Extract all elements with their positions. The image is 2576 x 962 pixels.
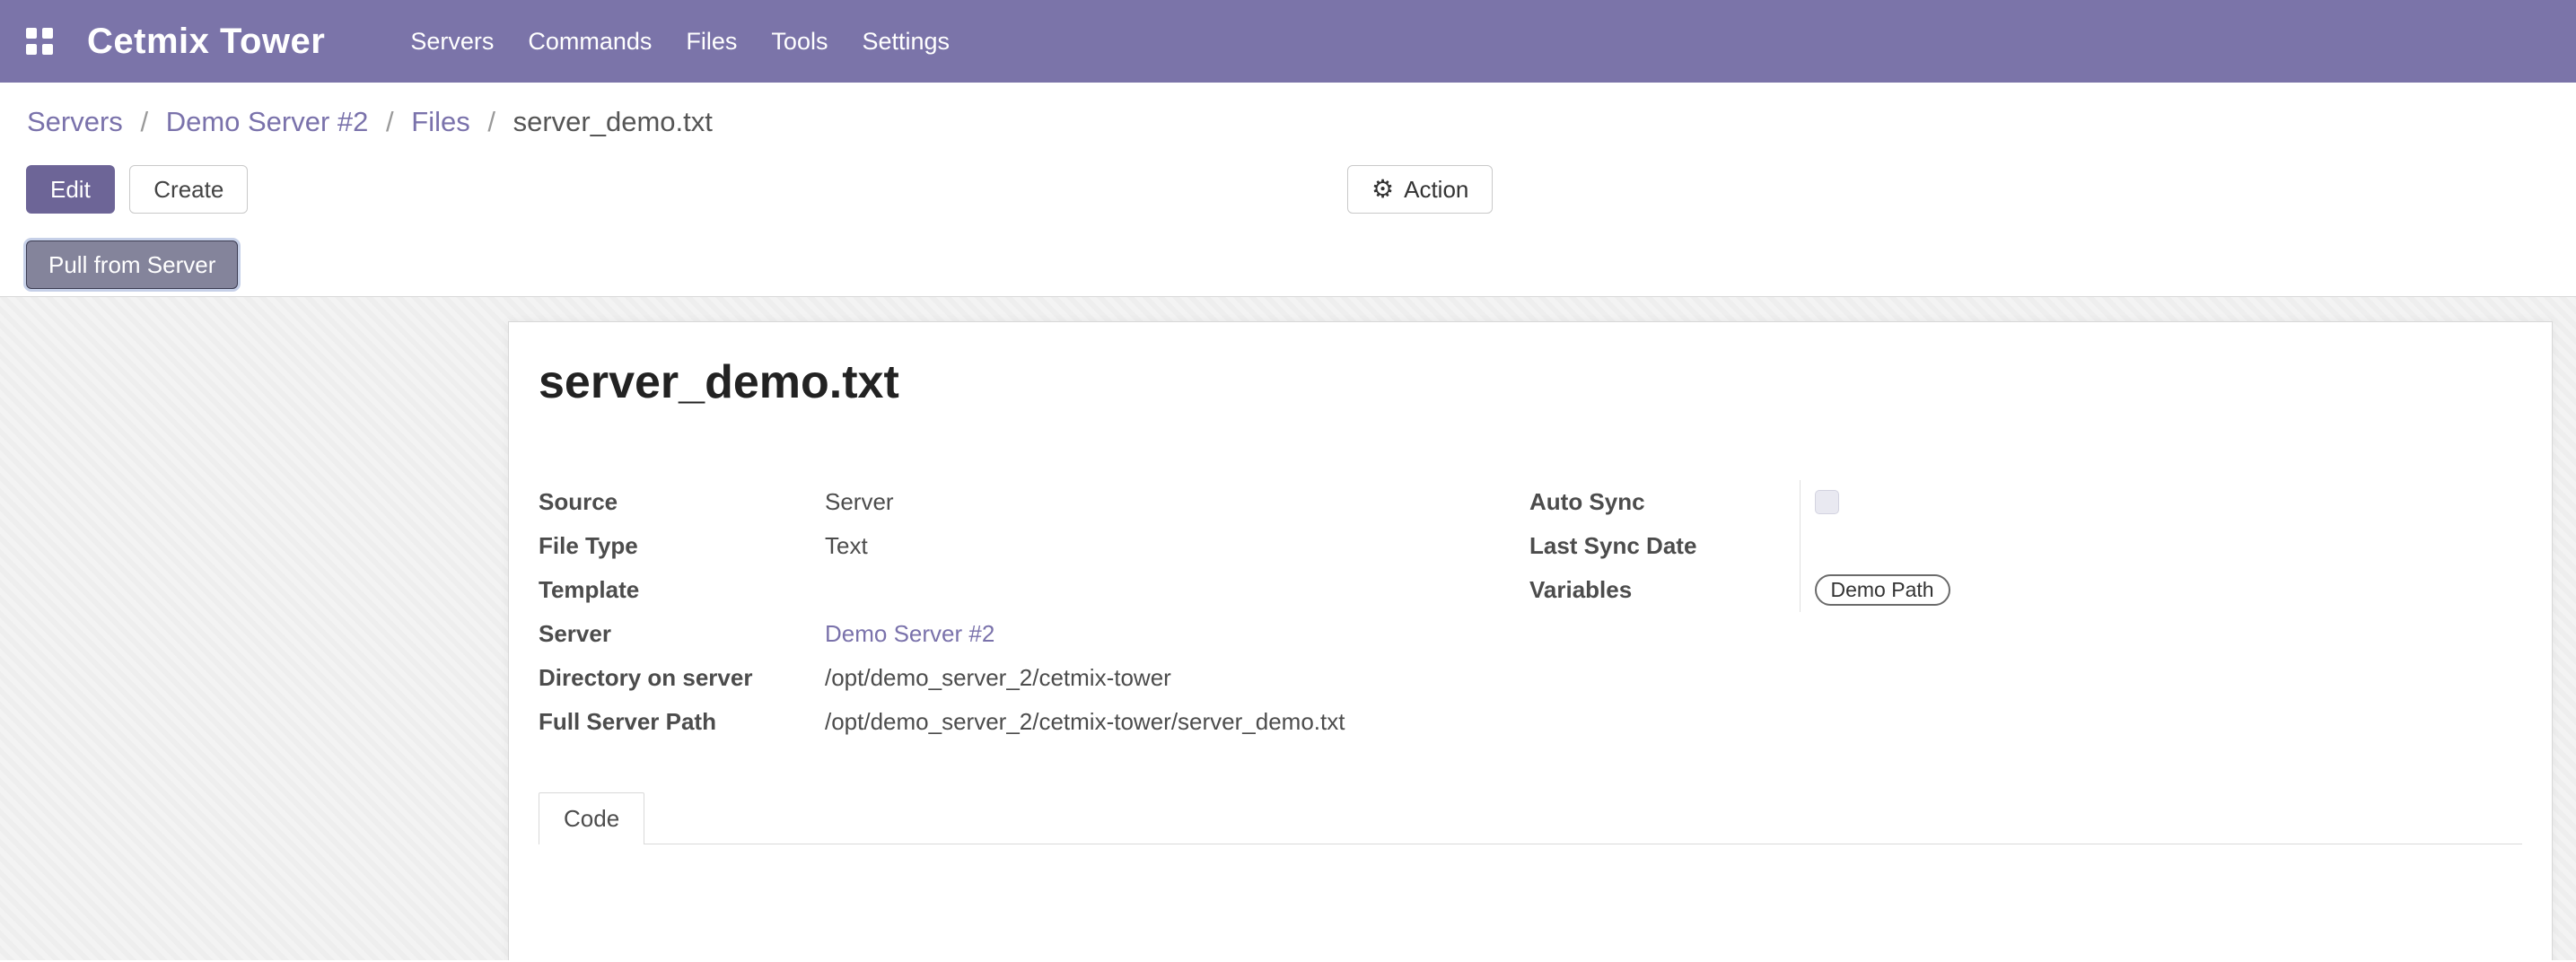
breadcrumb-link-servers[interactable]: Servers <box>27 106 123 137</box>
field-groups: Source Server File Type Text Template Se… <box>539 480 2522 744</box>
breadcrumb-link-demo-server[interactable]: Demo Server #2 <box>166 106 369 137</box>
field-row-last-sync-date: Last Sync Date <box>1529 524 2522 568</box>
action-button-label: Action <box>1404 176 1468 204</box>
breadcrumb-separator: / <box>386 106 394 137</box>
apps-grid-dot <box>26 44 37 55</box>
tab-code[interactable]: Code <box>539 792 644 844</box>
field-value-directory: /opt/demo_server_2/cetmix-tower <box>825 656 1529 700</box>
field-group-left: Source Server File Type Text Template Se… <box>539 480 1529 744</box>
nav-item-servers[interactable]: Servers <box>393 28 511 56</box>
field-row-variables: Variables Demo Path <box>1529 568 2522 612</box>
field-row-auto-sync: Auto Sync <box>1529 480 2522 524</box>
field-row-full-path: Full Server Path /opt/demo_server_2/cetm… <box>539 700 1529 744</box>
apps-grid-dot <box>42 28 53 39</box>
auto-sync-checkbox <box>1815 490 1839 514</box>
variable-tag-demo-path: Demo Path <box>1815 574 1950 606</box>
field-row-server: Server Demo Server #2 <box>539 612 1529 656</box>
form-view-background: server_demo.txt Source Server File Type … <box>0 297 2576 960</box>
gear-icon: ⚙ <box>1371 177 1394 202</box>
nav-item-commands[interactable]: Commands <box>511 28 669 56</box>
field-label-file-type: File Type <box>539 524 825 568</box>
field-label-server: Server <box>539 612 825 656</box>
field-label-last-sync-date: Last Sync Date <box>1529 524 1800 568</box>
field-label-source: Source <box>539 480 825 524</box>
top-navbar: Cetmix Tower Servers Commands Files Tool… <box>0 0 2576 83</box>
breadcrumb: Servers / Demo Server #2 / Files / serve… <box>0 83 2576 156</box>
pull-from-server-button[interactable]: Pull from Server <box>26 240 238 289</box>
field-value-template <box>825 568 1529 612</box>
nav-item-files[interactable]: Files <box>669 28 754 56</box>
field-label-directory: Directory on server <box>539 656 825 700</box>
edit-button[interactable]: Edit <box>26 165 115 214</box>
control-panel-buttons: Edit Create ⚙ Action <box>0 156 2576 214</box>
field-label-variables: Variables <box>1529 568 1800 612</box>
field-group-right: Auto Sync Last Sync Date Variables Demo … <box>1529 480 2522 744</box>
form-sheet: server_demo.txt Source Server File Type … <box>508 321 2553 960</box>
record-title: server_demo.txt <box>539 354 2522 410</box>
breadcrumb-current: server_demo.txt <box>513 106 713 137</box>
notebook: Code <box>539 792 2522 960</box>
breadcrumb-link-files[interactable]: Files <box>411 106 469 137</box>
field-label-template: Template <box>539 568 825 612</box>
field-value-source: Server <box>825 480 1529 524</box>
create-button[interactable]: Create <box>129 165 248 214</box>
apps-grid-dot <box>26 28 37 39</box>
apps-menu-icon[interactable] <box>26 28 53 55</box>
notebook-content-code <box>539 844 2522 960</box>
notebook-tabs: Code <box>539 792 2522 844</box>
field-row-directory: Directory on server /opt/demo_server_2/c… <box>539 656 1529 700</box>
nav-item-settings[interactable]: Settings <box>845 28 967 56</box>
breadcrumb-separator: / <box>487 106 495 137</box>
field-value-full-path: /opt/demo_server_2/cetmix-tower/server_d… <box>825 700 1529 744</box>
server-record-link[interactable]: Demo Server #2 <box>825 620 994 647</box>
nav-item-tools[interactable]: Tools <box>754 28 845 56</box>
field-value-file-type: Text <box>825 524 1529 568</box>
field-row-template: Template <box>539 568 1529 612</box>
field-row-source: Source Server <box>539 480 1529 524</box>
form-statusbar: Pull from Server <box>0 214 2576 297</box>
field-value-last-sync-date <box>1800 524 2522 568</box>
main-menu: Servers Commands Files Tools Settings <box>393 28 967 56</box>
field-label-auto-sync: Auto Sync <box>1529 480 1800 524</box>
breadcrumb-separator: / <box>140 106 148 137</box>
field-label-full-path: Full Server Path <box>539 700 825 744</box>
field-row-file-type: File Type Text <box>539 524 1529 568</box>
action-dropdown-button[interactable]: ⚙ Action <box>1347 165 1493 214</box>
app-brand[interactable]: Cetmix Tower <box>87 22 325 62</box>
apps-grid-dot <box>42 44 53 55</box>
